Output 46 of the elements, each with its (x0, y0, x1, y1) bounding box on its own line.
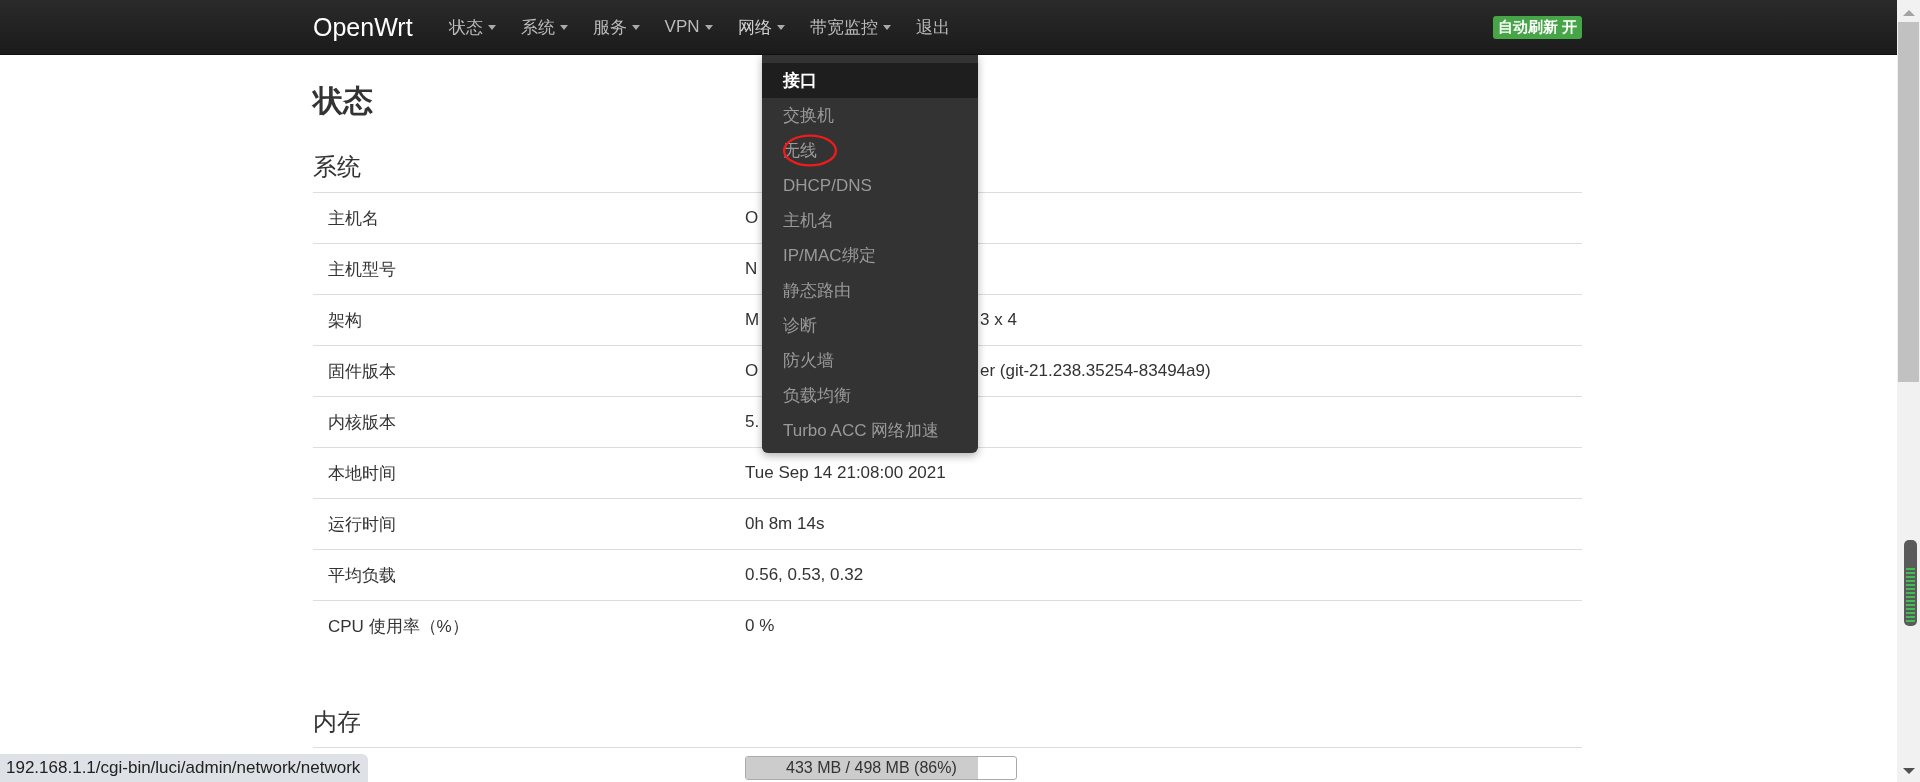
row-label: 主机型号 (328, 259, 396, 279)
row-value: 0 % (745, 616, 775, 636)
row-label: 运行时间 (328, 514, 396, 534)
row-value: O (745, 361, 759, 381)
page-title: 状态 (313, 83, 373, 119)
dropdown-item[interactable]: 防火墙 (762, 343, 978, 378)
dropdown-item[interactable]: DHCP/DNS (762, 168, 978, 203)
auto-refresh-toggle[interactable]: 自动刷新 开 (1492, 15, 1582, 39)
row-label: 平均负载 (328, 565, 396, 585)
row-value: 0.56, 0.53, 0.32 (745, 565, 864, 585)
row-label: 内核版本 (328, 412, 396, 432)
dropdown-item[interactable]: 交换机 (762, 98, 978, 133)
level-meter-icon (1904, 540, 1917, 626)
nav-menu-item[interactable]: 服务 (583, 15, 652, 39)
row-value: er (git-21.238.35254-83494a9) (980, 361, 1211, 381)
dropdown-item[interactable]: 诊断 (762, 308, 978, 343)
nav-menu-item[interactable]: 系统 (511, 15, 580, 39)
row-value: M (745, 310, 760, 330)
brand-logo-link[interactable]: OpenWrt (313, 12, 413, 42)
dropdown-item[interactable]: 静态路由 (762, 273, 978, 308)
nav-menu-item[interactable]: 状态 (439, 15, 508, 39)
nav-menu-item[interactable]: 退出 (906, 15, 962, 39)
section-heading: 系统 (313, 152, 362, 182)
progress-reading: 433 MB / 498 MB (86%) (786, 759, 957, 777)
status-bar-url: 192.168.1.1/cgi-bin/luci/admin/network/network (6, 758, 361, 777)
row-label: CPU 使用率（%） (328, 616, 469, 636)
row-value: O (745, 208, 759, 228)
row-value: N (745, 259, 758, 279)
row-value: 3 x 4 (980, 310, 1017, 330)
row-label: 本地时间 (328, 463, 396, 483)
row-value: 0h 8m 14s (745, 514, 825, 534)
scrollbar[interactable] (1897, 0, 1920, 782)
row-value: Tue Sep 14 21:08:00 2021 (745, 463, 946, 483)
dropdown-item[interactable]: 接口 (762, 63, 978, 98)
dropdown-item[interactable]: Turbo ACC 网络加速 (762, 413, 978, 448)
nav-menu-item[interactable]: 网络 (728, 15, 797, 39)
row-value: 5. (745, 412, 760, 432)
row-label: 固件版本 (328, 361, 396, 381)
dropdown-item[interactable]: 负载均衡 (762, 378, 978, 413)
row-label: 架构 (328, 310, 362, 330)
dropdown-item[interactable]: 主机名 (762, 203, 978, 238)
nav-menu-item[interactable]: VPN (655, 15, 725, 39)
row-label: 主机名 (328, 208, 379, 228)
dropdown-item[interactable]: IP/MAC绑定 (762, 238, 978, 273)
section-heading: 内存 (313, 707, 362, 737)
nav-menu-item[interactable]: 带宽监控 (800, 15, 903, 39)
